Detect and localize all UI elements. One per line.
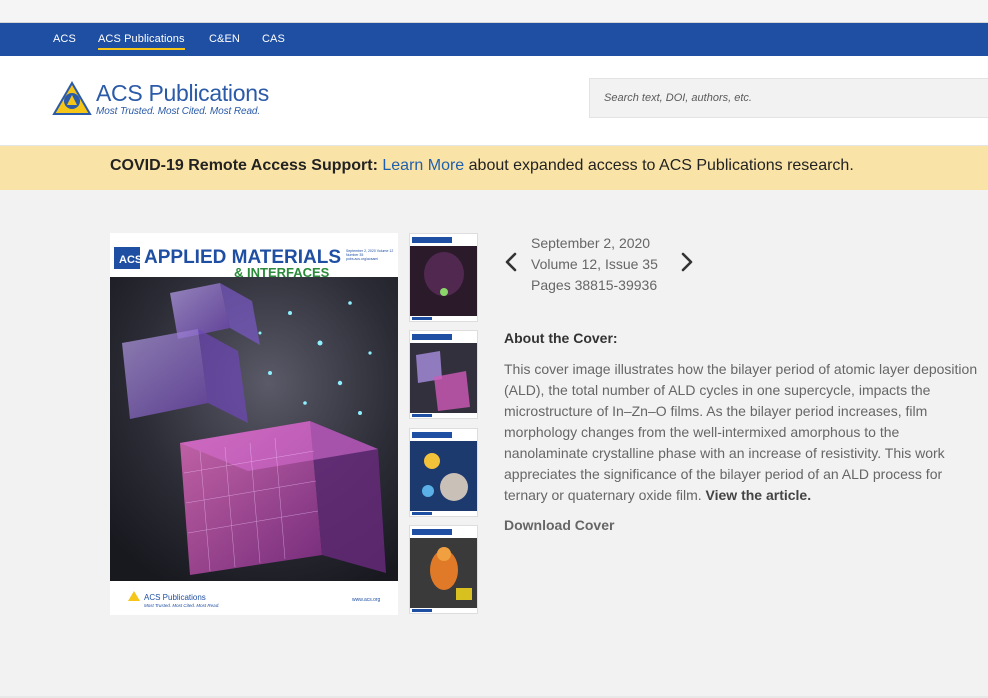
issue-volume: Volume 12, Issue 35 [531, 256, 658, 272]
about-cover-heading: About the Cover: [504, 330, 618, 346]
acs-publications-logo[interactable]: ACS Publications Most Trusted. Most Cite… [52, 79, 282, 119]
view-article-link[interactable]: View the article. [706, 487, 812, 503]
cover-footer-url: www.acs.org [352, 597, 381, 603]
site-header: ACS Publications Most Trusted. Most Cite… [0, 56, 988, 146]
about-cover-description: This cover image illustrates how the bil… [504, 359, 978, 506]
network-link-cen[interactable]: C&EN [209, 33, 240, 45]
next-issue-icon[interactable] [674, 250, 698, 274]
cover-thumbnail-1[interactable] [409, 233, 478, 322]
cover-thumbnail-3[interactable] [409, 428, 478, 517]
acs-network-bar: ACS ACS Publications C&EN CAS [0, 23, 988, 56]
previous-issue-icon[interactable] [500, 250, 524, 274]
covid-banner-body: about expanded access to ACS Publication… [464, 157, 854, 174]
covid-banner: COVID-19 Remote Access Support: Learn Mo… [0, 146, 988, 190]
search-input[interactable] [604, 79, 974, 117]
acs-emblem-icon [52, 81, 92, 115]
logo-tagline: Most Trusted. Most Cited. Most Read. [96, 106, 261, 117]
cover-footer-logo: ACS Publications [144, 593, 206, 602]
download-cover-link[interactable]: Download Cover [504, 517, 614, 533]
thumbnail-artwork-4 [410, 526, 477, 613]
issue-details: September 2, 2020 Volume 12, Issue 35 Pa… [531, 233, 658, 296]
journal-cover-image[interactable]: ACS APPLIED MATERIALS & INTERFACES Septe… [110, 233, 398, 615]
thumbnail-artwork-1 [410, 234, 477, 321]
learn-more-link[interactable]: Learn More [382, 157, 464, 174]
thumbnail-artwork-3 [410, 429, 477, 516]
cover-issue-info: September 2, 2020 Volume 12 Number 35 pu… [346, 249, 394, 261]
network-link-acs-publications[interactable]: ACS Publications [98, 33, 185, 50]
covid-banner-text: COVID-19 Remote Access Support: Learn Mo… [110, 157, 854, 175]
cover-journal-title-line2: & INTERFACES [234, 265, 330, 280]
thumbnail-artwork-2 [410, 331, 477, 418]
covid-banner-heading: COVID-19 Remote Access Support: [110, 157, 378, 174]
logo-wordmark: ACS Publications [96, 80, 269, 106]
search-box [589, 78, 988, 118]
top-utility-strip [0, 0, 988, 23]
issue-pages: Pages 38815-39936 [531, 277, 658, 293]
cover-thumbnail-2[interactable] [409, 330, 478, 419]
cover-artwork: ACS APPLIED MATERIALS & INTERFACES Septe… [110, 233, 398, 615]
cover-journal-prefix: ACS [119, 254, 142, 266]
network-link-acs[interactable]: ACS [53, 33, 76, 45]
network-link-cas[interactable]: CAS [262, 33, 285, 45]
issue-date: September 2, 2020 [531, 235, 651, 251]
issue-navigation: September 2, 2020 Volume 12, Issue 35 Pa… [500, 233, 700, 297]
cover-footer-tagline: Most Trusted. Most Cited. Most Read. [144, 603, 219, 608]
cover-thumbnail-4[interactable] [409, 525, 478, 614]
about-cover-body: This cover image illustrates how the bil… [504, 361, 978, 503]
